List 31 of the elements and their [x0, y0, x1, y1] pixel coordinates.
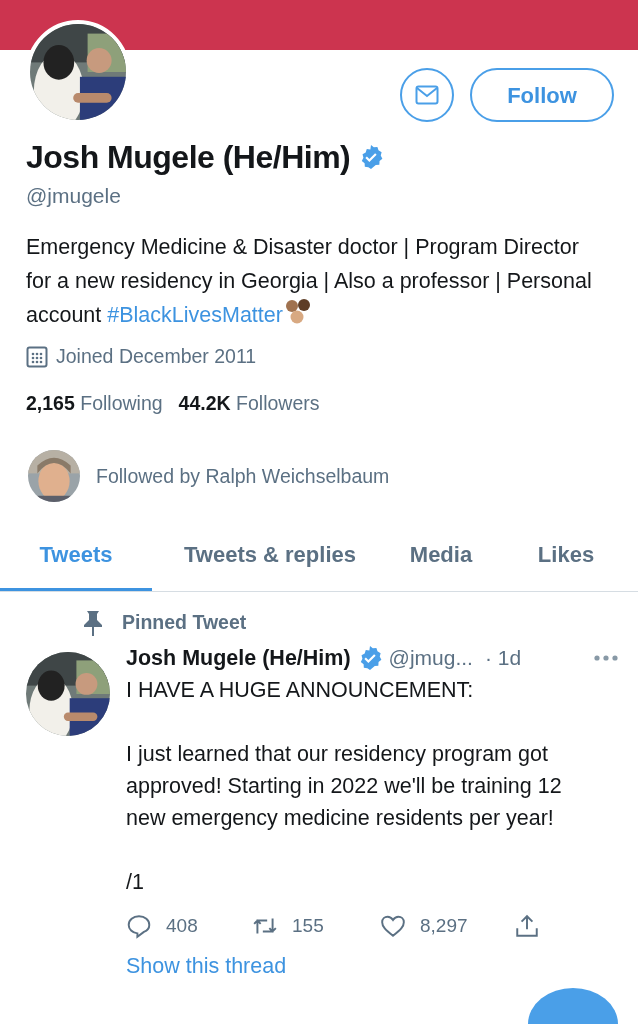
- follow-button[interactable]: Follow: [470, 68, 614, 122]
- profile-tab[interactable]: Tweets: [0, 520, 152, 592]
- profile-name: Josh Mugele (He/Him): [26, 138, 351, 177]
- stat-link[interactable]: 2,165 Following: [26, 389, 163, 419]
- mail-icon: [415, 85, 439, 105]
- action-count: 155: [292, 913, 324, 938]
- tweet-text: I HAVE A HUGE ANNOUNCEMENT: I just learned that our residency program got approved! Starting in 2022 we'll be training 12 new emergency medicine residents per year! /1: [126, 676, 563, 896]
- profile-tab[interactable]: Tweets & replies: [152, 520, 388, 592]
- tweet-time: · 1d: [484, 645, 522, 671]
- more-icon[interactable]: [594, 654, 618, 661]
- author-name: Josh Mugele (He/Him): [126, 644, 351, 672]
- stat-link[interactable]: 44.2K Followers: [178, 389, 320, 419]
- profile-tab[interactable]: Likes: [494, 520, 638, 592]
- profile-handle: @jmugele: [26, 183, 122, 210]
- calendar-icon: [26, 345, 48, 368]
- join-date: Joined December 2011: [56, 343, 257, 369]
- profile-tab[interactable]: Media: [388, 520, 494, 592]
- followed-by-text: Followed by Ralph Weichselbaum: [96, 463, 390, 489]
- fists-icon: [283, 297, 312, 326]
- reply-icon[interactable]: [126, 913, 152, 940]
- heart-icon[interactable]: [380, 913, 406, 940]
- profile-bio: Emergency Medicine & Disaster doctor | Program Director for a new residency in Georgia | Also a professor | Personal account #BlackLivesMatter: [26, 233, 593, 329]
- author-handle: @jmug...: [388, 645, 473, 671]
- action-count: 408: [166, 913, 198, 938]
- message-button[interactable]: [400, 68, 454, 122]
- share-icon[interactable]: [514, 913, 540, 940]
- pinned-label: Pinned Tweet: [122, 610, 247, 636]
- pin-icon: [82, 610, 104, 636]
- show-thread-link[interactable]: Show this thread: [126, 950, 287, 983]
- action-count: 8,297: [420, 913, 468, 938]
- hashtag-link[interactable]: #BlackLivesMatter: [107, 302, 283, 327]
